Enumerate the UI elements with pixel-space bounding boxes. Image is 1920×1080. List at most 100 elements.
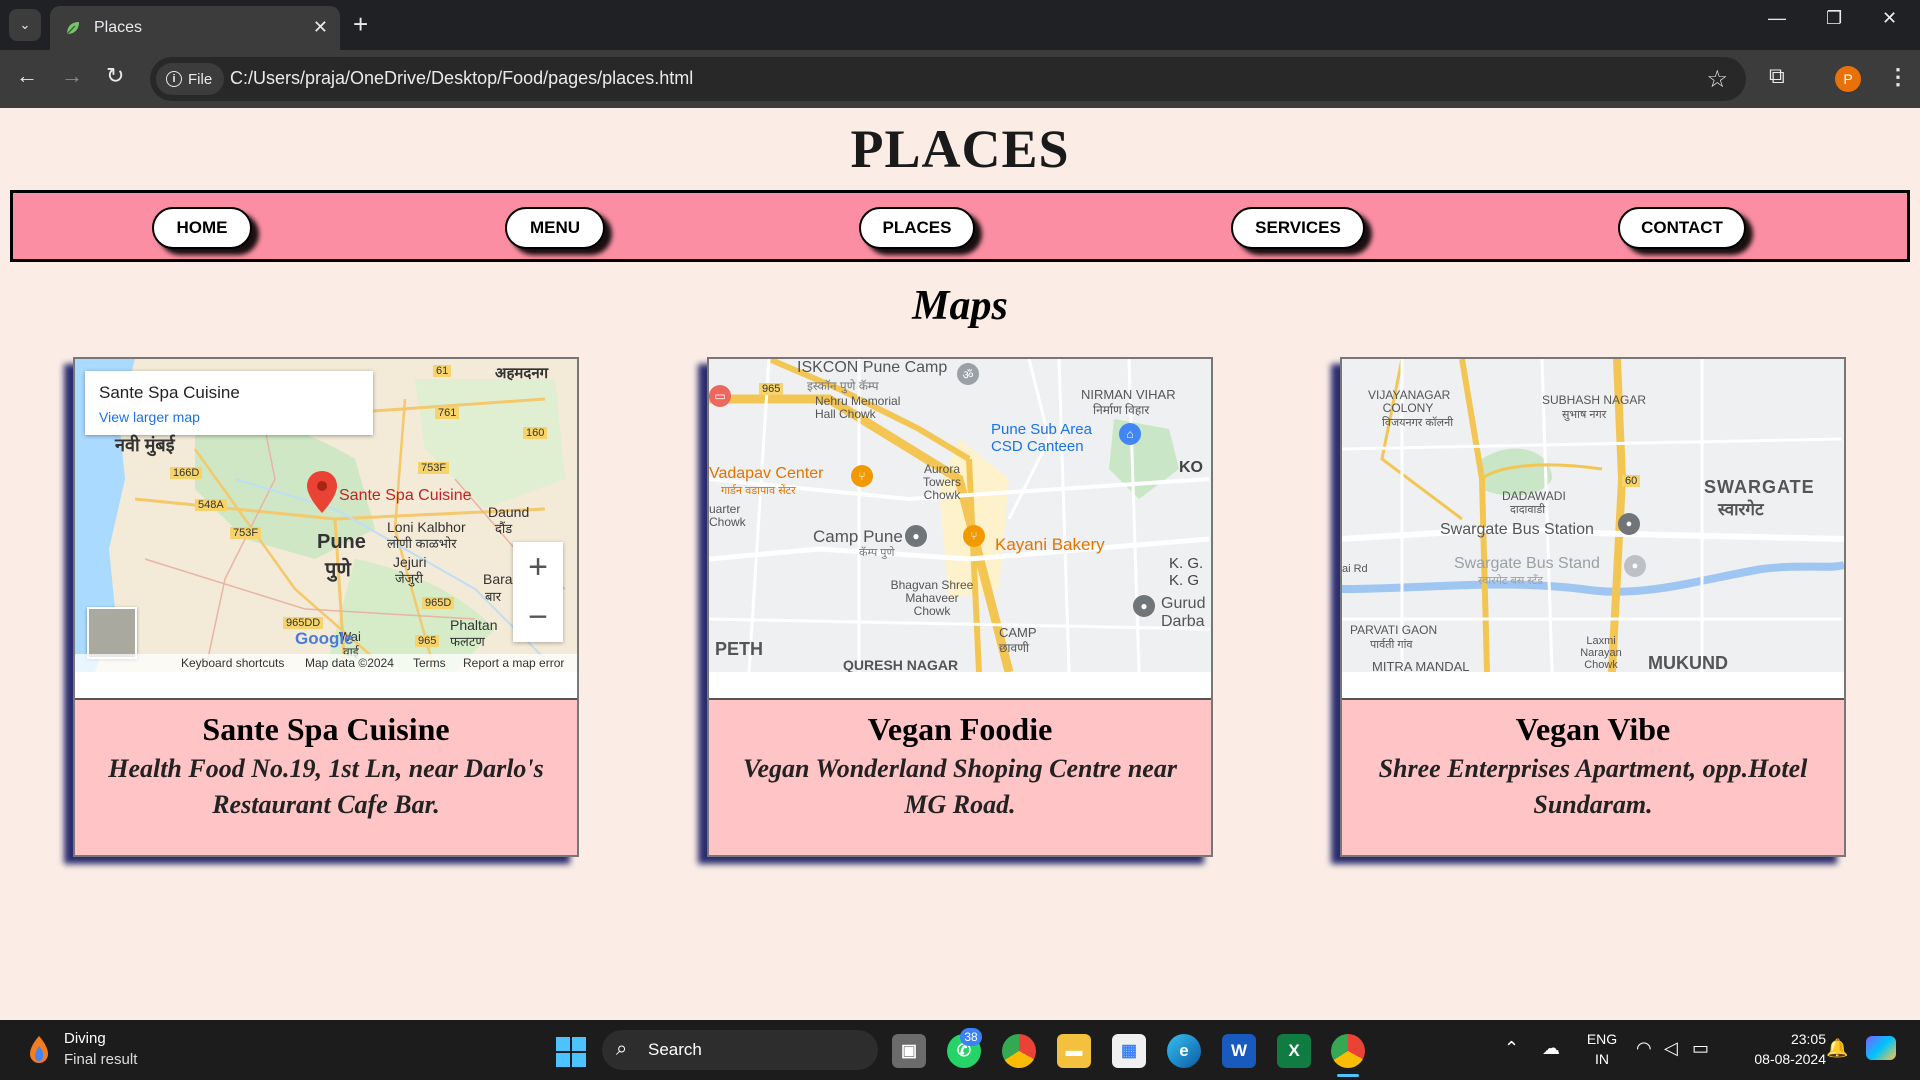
map-bottom-strip [709,672,1211,698]
shopping-poi-icon[interactable]: ⌂ [1119,423,1141,445]
new-tab-icon[interactable]: + [353,10,368,38]
chrome-profile-icon[interactable] [1331,1034,1365,1068]
browser-toolbar: ← → ↻ i File C:/Users/praja/OneDrive/Des… [0,50,1920,108]
nav-contact-button[interactable]: CONTACT [1618,207,1746,249]
leaf-favicon-icon [64,19,82,37]
file-explorer-icon[interactable]: ▬ [1057,1034,1091,1068]
microsoft-store-icon[interactable]: ▦ [1112,1034,1146,1068]
restaurant-poi-icon[interactable]: ⑂ [963,525,985,547]
map-place-label: PARVATI GAON [1350,623,1438,637]
close-window-icon[interactable]: ✕ [1882,8,1897,29]
card-divider [709,698,1211,700]
hotel-poi-icon[interactable]: ▭ [709,385,731,407]
site-info-chip[interactable]: i File [156,63,225,95]
url-text[interactable]: C:/Users/praja/OneDrive/Desktop/Food/pag… [230,68,693,89]
map-place-label: PETH [715,639,764,659]
nav-places-button[interactable]: PLACES [859,207,975,249]
map-place-label: पार्वती गांव [1370,639,1413,651]
language-label[interactable]: ENG [1584,1031,1620,1047]
minimize-icon[interactable]: — [1768,8,1786,29]
map-info-title: Sante Spa Cuisine [99,383,240,402]
clock-date[interactable]: 08-08-2024 [1736,1051,1826,1067]
tab-search-dropdown-icon[interactable]: ⌄ [9,9,41,41]
restaurant-poi-icon[interactable]: ⑂ [851,465,873,487]
place-poi-icon[interactable]: ● [1133,595,1155,617]
map-place-label: विजयनगर कॉलनी [1382,417,1454,429]
address-bar[interactable]: i File C:/Users/praja/OneDrive/Desktop/F… [150,57,1746,101]
browser-tab[interactable]: Places ✕ [50,6,340,50]
map-place-label: SUBHASH NAGAR [1542,393,1647,407]
report-error-link[interactable]: Report a map error [463,656,564,670]
browser-menu-icon[interactable]: ⋮ [1887,64,1909,90]
diving-widget-icon[interactable] [26,1034,52,1064]
restore-icon[interactable]: ❐ [1826,8,1842,29]
taskbar-search-box[interactable]: ⌕ Search [602,1030,878,1070]
map-place-label: अहमदनग [495,365,549,382]
bus-station-poi-icon[interactable]: ● [1618,513,1640,535]
back-icon[interactable]: ← [16,64,38,88]
edge-icon[interactable]: e [1167,1034,1201,1068]
map-bottom-strip [75,672,577,698]
reload-icon[interactable]: ↻ [106,64,124,88]
wifi-icon[interactable]: ◠ [1636,1038,1652,1059]
notification-bell-icon[interactable]: 🔔 [1826,1038,1848,1059]
nav-menu-button[interactable]: MENU [505,207,605,249]
map-place-label: K. G. K. G [1169,555,1204,589]
card-address: Shree Enterprises Apartment, opp.Hotel S… [1378,754,1808,819]
nav-services-button[interactable]: SERVICES [1231,207,1365,249]
volume-icon[interactable]: ◁ [1664,1038,1678,1059]
word-icon[interactable]: W [1222,1034,1256,1068]
card-title: Vegan Foodie [867,711,1053,747]
google-logo: Google [295,629,354,648]
map-road-label: 753F [418,462,450,474]
site-navbar: HOME MENU PLACES SERVICES CONTACT [10,190,1910,262]
map-place-label: ai Rd [1342,563,1368,575]
map-marker-icon[interactable] [307,471,337,513]
map-embed[interactable]: Sante Spa Cuisine View larger map Sante … [75,359,577,672]
card-address: Health Food No.19, 1st Ln, near Darlo's … [108,754,544,819]
map-place-label: Laxmi Narayan Chowk [1580,635,1622,671]
map-place-label: Pune [317,531,366,553]
map-road-label: 548A [195,499,227,511]
widget-title[interactable]: Diving [64,1030,106,1047]
terms-link[interactable]: Terms [413,656,446,670]
temple-poi-icon[interactable]: ॐ [957,363,979,385]
profile-avatar[interactable]: P [1835,66,1861,92]
place-card: VIJAYANAGAR COLONY विजयनगर कॉलनी SUBHASH… [1340,357,1846,857]
map-place-label: दौंड [495,521,513,536]
clock-time[interactable]: 23:05 [1736,1031,1826,1047]
excel-icon[interactable]: X [1277,1034,1311,1068]
view-larger-map-link[interactable]: View larger map [99,409,200,425]
map-place-label: पुणे [325,559,351,581]
task-view-icon[interactable]: ▣ [892,1034,926,1068]
map-place-label: लोणी काळभोर [387,536,457,551]
extensions-icon[interactable]: ⧉ [1769,63,1785,89]
nav-home-button[interactable]: HOME [152,207,252,249]
notification-badge: 38 [960,1028,982,1046]
forward-icon[interactable]: → [61,64,83,88]
map-embed[interactable]: VIJAYANAGAR COLONY विजयनगर कॉलनी SUBHASH… [1342,359,1844,672]
chrome-icon[interactable] [1002,1034,1036,1068]
bookmark-star-icon[interactable]: ☆ [1706,65,1728,94]
windows-start-icon[interactable] [556,1037,586,1067]
map-place-label: Camp Pune [813,527,903,546]
map-layer-toggle[interactable] [87,607,137,659]
card-title: Sante Spa Cuisine [202,711,450,747]
card-address: Vegan Wonderland Shoping Centre near MG … [743,754,1177,819]
bus-stand-poi-icon[interactable]: ● [1624,555,1646,577]
file-label: File [188,70,213,88]
place-poi-icon[interactable]: ● [905,525,927,547]
card-divider [75,698,577,700]
show-hidden-icons-icon[interactable]: ⌃ [1504,1038,1519,1059]
map-data-text: Map data ©2024 [305,656,394,670]
copilot-icon[interactable] [1866,1036,1896,1060]
map-place-label: सुभाष नगर [1562,409,1607,421]
tab-close-icon[interactable]: ✕ [313,17,328,38]
keyboard-shortcuts-link[interactable]: Keyboard shortcuts [181,656,284,670]
zoom-in-icon[interactable]: + [513,542,563,592]
battery-icon[interactable]: ▭ [1692,1038,1709,1059]
map-embed[interactable]: ISKCON Pune Camp इस्कॉन पुणे कॅम्प Nehru… [709,359,1211,672]
zoom-out-icon[interactable]: − [513,592,563,642]
onedrive-icon[interactable]: ☁ [1542,1038,1560,1059]
map-place-label: Bara [483,571,513,587]
